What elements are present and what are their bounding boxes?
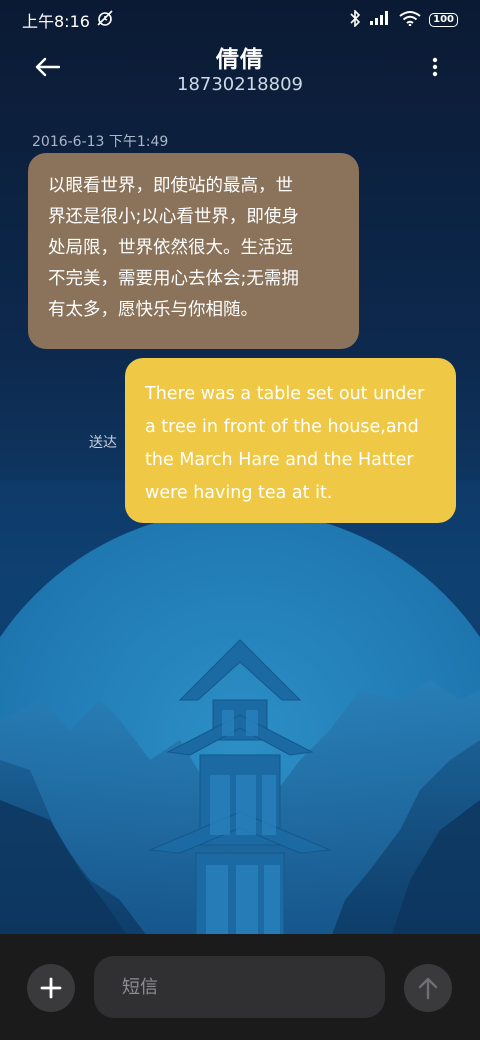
conversation-header: 倩倩 18730218809	[0, 36, 480, 104]
wifi-icon	[399, 10, 421, 30]
message-line: the March Hare and the Hatter	[145, 450, 414, 470]
more-vertical-icon	[432, 57, 438, 77]
contact-name: 倩倩	[216, 47, 264, 73]
outgoing-message-bubble[interactable]: There was a table set out under a tree i…	[125, 358, 456, 523]
signal-icon	[369, 10, 391, 30]
incoming-message-bubble[interactable]: 以眼看世界，即使站的最高，世 界还是很小;以心看世界，即使身 处局限，世界依然很…	[28, 153, 359, 349]
send-arrow-icon	[418, 977, 438, 1000]
message-line: a tree in front of the house,and	[145, 417, 419, 437]
compose-bar	[0, 934, 480, 1040]
status-time: 上午8:16	[22, 12, 90, 31]
status-bar: 上午8:16 100	[0, 0, 480, 40]
more-options-button[interactable]	[420, 50, 450, 84]
mute-alarm-icon	[96, 9, 114, 31]
message-timestamp: 2016-6-13 下午1:49	[32, 134, 169, 150]
message-input[interactable]	[94, 956, 385, 1018]
message-line: 有太多，愿快乐与你相随。	[48, 300, 258, 320]
delivery-status: 送达	[89, 435, 117, 451]
message-line: 界还是很小;以心看世界，即使身	[48, 207, 299, 227]
send-button[interactable]	[404, 964, 452, 1012]
status-left: 上午8:16	[22, 8, 114, 32]
add-attachment-button[interactable]	[27, 964, 75, 1012]
plus-icon	[40, 977, 62, 999]
message-line: 以眼看世界，即使站的最高，世	[48, 176, 293, 196]
status-right: 100	[349, 8, 458, 31]
message-line: 处局限，世界依然很大。生活远	[48, 238, 293, 258]
message-line: 不完美，需要用心去体会;无需拥	[48, 269, 299, 289]
battery-icon: 100	[429, 13, 458, 27]
contact-phone-number: 18730218809	[177, 74, 303, 95]
message-line: There was a table set out under	[145, 384, 425, 404]
message-line: were having tea at it.	[145, 483, 333, 503]
bluetooth-icon	[349, 8, 361, 31]
